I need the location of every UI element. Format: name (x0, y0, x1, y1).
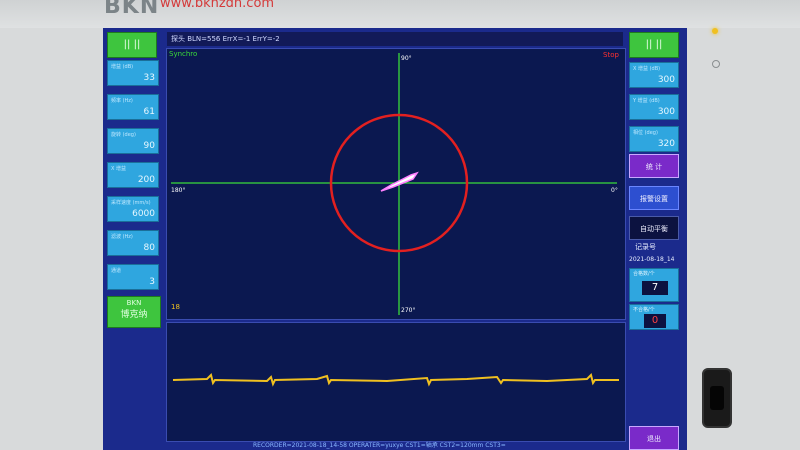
defect-value: 0 (644, 314, 666, 328)
exit-button[interactable]: 退出 (629, 426, 679, 450)
param-gain[interactable]: 增益 (dB) 33 (107, 60, 159, 86)
angle-0: 0° (611, 187, 618, 194)
defect-panel: 不合格/个 0 (629, 304, 679, 330)
param-speed-label: 采样速度 (mm/s) (111, 200, 151, 206)
param-right-x-gain-value: 300 (657, 75, 675, 85)
power-led-icon (712, 28, 718, 34)
pause-button-left[interactable]: || || (107, 32, 157, 58)
impedance-plane-svg (171, 53, 617, 315)
hardware-power-button[interactable] (702, 368, 732, 428)
param-rotation[interactable]: 旋转 (deg) 90 (107, 128, 159, 154)
mode-label: Synchro (169, 50, 198, 58)
pause-button-right[interactable]: || || (629, 32, 679, 58)
count-value[interactable]: 7 (642, 281, 668, 295)
status-bar: RECORDER=2021-08-18_14-58 OPERATER=yuxye… (253, 442, 506, 449)
alarm-settings-button[interactable]: 报警设置 (629, 186, 679, 210)
company-logo: BKN 博克纳 (107, 296, 161, 328)
param-gain-value: 33 (143, 73, 155, 83)
param-right-phase-value: 320 (657, 139, 675, 149)
param-right-x-gain-label: X 增益 (dB) (633, 66, 661, 72)
time-domain-display[interactable] (166, 322, 626, 442)
param-x-gain-label: X 增益 (111, 166, 127, 172)
param-gain-label: 增益 (dB) (111, 64, 134, 70)
param-filter-label: 滤波 (Hz) (111, 234, 133, 240)
auto-balance-button[interactable]: 自动平衡 (629, 216, 679, 240)
angle-90: 90° (401, 55, 412, 62)
param-right-x-gain[interactable]: X 增益 (dB) 300 (629, 62, 679, 88)
logo-chinese: 博克纳 (120, 310, 148, 320)
monitor-bezel-top: BKN www.bknzdh.com (0, 0, 800, 28)
info-bar: 探头 BLN=556 ErrX=-1 ErrY=-2 (167, 32, 623, 46)
param-speed-value: 6000 (132, 209, 155, 219)
gain-marker: 18 (171, 303, 180, 311)
param-rotation-label: 旋转 (deg) (111, 132, 136, 138)
param-right-phase-label: 相位 (deg) (633, 130, 658, 136)
param-speed[interactable]: 采样速度 (mm/s) 6000 (107, 196, 159, 222)
param-rotation-value: 90 (143, 141, 155, 151)
angle-270: 270° (401, 307, 416, 314)
stats-button[interactable]: 统 计 (629, 154, 679, 178)
instrument-screen: || || || || 探头 BLN=556 ErrX=-1 ErrY=-2 增… (103, 28, 687, 450)
record-value: 2021-08-18_14 (629, 256, 675, 263)
param-frequency-value: 61 (143, 107, 155, 117)
param-right-y-gain[interactable]: Y 增益 (dB) 300 (629, 94, 679, 120)
sensor-icon (712, 60, 720, 68)
time-domain-svg (172, 373, 619, 387)
param-frequency[interactable]: 频率 (Hz) 61 (107, 94, 159, 120)
param-channel-label: 通道 (111, 268, 122, 274)
param-filter-value: 80 (143, 243, 155, 253)
count-label: 合格数/个 (633, 271, 655, 277)
param-right-phase[interactable]: 相位 (deg) 320 (629, 126, 679, 152)
brand-logo: BKN (104, 0, 160, 19)
defect-label: 不合格/个 (633, 307, 655, 313)
state-label: Stop (603, 51, 619, 59)
param-x-gain[interactable]: X 增益 200 (107, 162, 159, 188)
impedance-plane-display[interactable]: Synchro Stop 90° 180° 0° 270° 18 (166, 48, 626, 320)
param-filter[interactable]: 滤波 (Hz) 80 (107, 230, 159, 256)
record-label: 记录号 (635, 243, 656, 251)
param-right-y-gain-value: 300 (657, 107, 675, 117)
angle-180: 180° (171, 187, 186, 194)
param-x-gain-value: 200 (137, 175, 155, 185)
count-panel: 合格数/个 7 (629, 268, 679, 302)
param-channel[interactable]: 通道 3 (107, 264, 159, 290)
brand-url: www.bknzdh.com (160, 0, 275, 11)
param-right-y-gain-label: Y 增益 (dB) (633, 98, 660, 104)
time-trace (172, 373, 619, 387)
param-frequency-label: 频率 (Hz) (111, 98, 133, 104)
logo-latin: BKN (126, 299, 142, 307)
param-channel-value: 3 (149, 277, 155, 287)
